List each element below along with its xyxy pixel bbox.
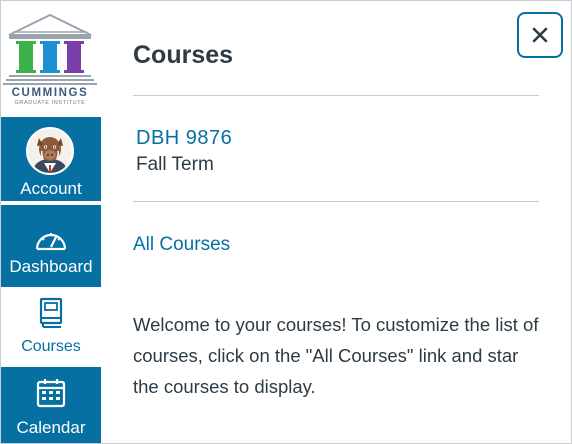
nav-item-label: Dashboard: [9, 257, 93, 276]
divider: [133, 95, 539, 96]
building-logo-icon: [3, 13, 97, 85]
nav-item-label: Calendar: [16, 418, 86, 437]
nav-item-calendar[interactable]: Calendar: [1, 367, 101, 443]
logo-subtitle: GRADUATE INSTITUTE: [14, 100, 86, 106]
nav-item-label: Courses: [21, 338, 81, 355]
all-courses-link[interactable]: All Courses: [133, 234, 230, 256]
tray-title: Courses: [133, 41, 234, 69]
app-frame: CUMMINGS GRADUATE INSTITUTE Account Dash…: [0, 0, 572, 444]
logo-name: CUMMINGS: [11, 87, 89, 99]
close-button[interactable]: [517, 12, 563, 58]
nav-item-dashboard[interactable]: Dashboard: [1, 205, 101, 287]
nav-item-label: Account: [20, 179, 82, 198]
close-icon: [532, 27, 548, 43]
boar-mascot-icon: [28, 129, 72, 173]
course-term: Fall Term: [136, 154, 214, 175]
dashboard-gauge-icon: [31, 219, 71, 259]
global-nav-sidebar: CUMMINGS GRADUATE INSTITUTE Account Dash…: [1, 1, 101, 443]
courses-book-icon: [31, 293, 71, 333]
avatar: [26, 127, 74, 175]
course-link[interactable]: DBH 9876: [136, 127, 232, 150]
welcome-message: Welcome to your courses! To customize th…: [133, 314, 539, 397]
institution-logo[interactable]: CUMMINGS GRADUATE INSTITUTE: [1, 1, 101, 115]
divider: [133, 201, 539, 202]
nav-item-courses[interactable]: Courses: [1, 287, 101, 367]
calendar-icon: [31, 373, 71, 413]
nav-item-account[interactable]: Account: [1, 117, 101, 201]
